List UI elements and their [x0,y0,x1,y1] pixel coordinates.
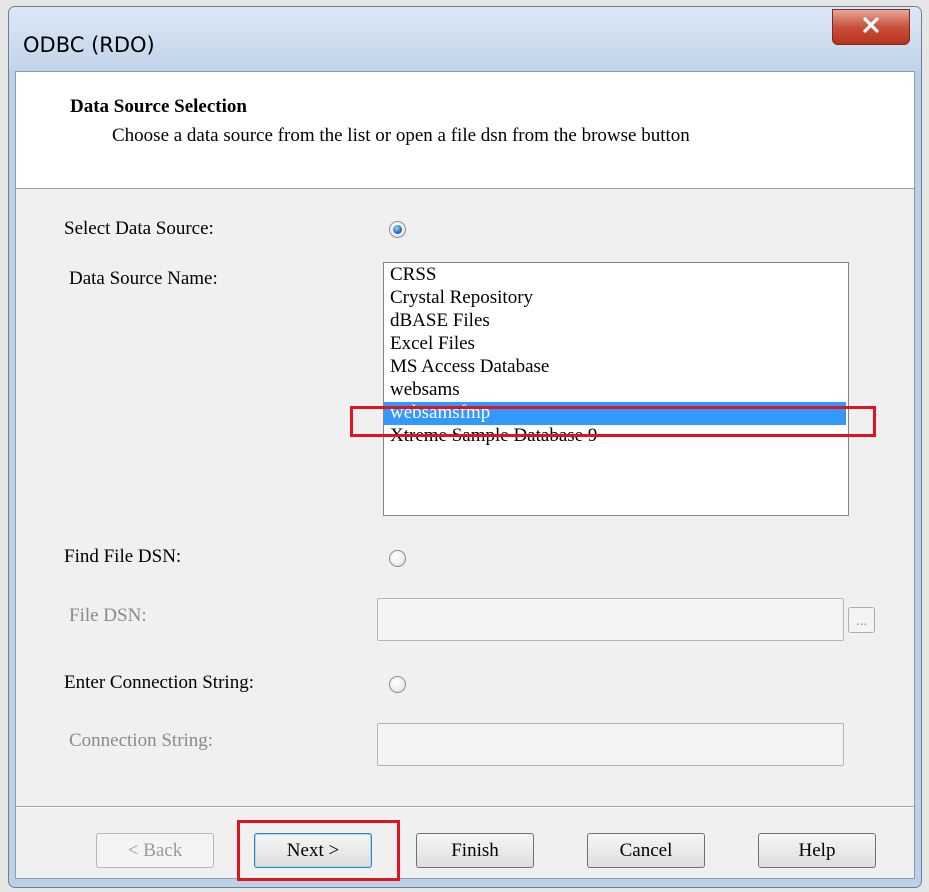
cancel-button[interactable]: Cancel [587,833,705,868]
list-item[interactable]: websams [384,379,846,402]
list-item[interactable]: Crystal Repository [384,287,846,310]
button-area-divider [16,806,914,808]
page-title: Data Source Selection [70,96,247,117]
connection-string-label: Connection String: [69,730,214,751]
file-dsn-label: File DSN: [69,605,147,626]
back-button[interactable]: < Back [96,833,214,868]
list-item[interactable]: Excel Files [384,333,846,356]
data-source-listbox[interactable]: CRSS Crystal Repository dBASE Files Exce… [383,262,849,516]
radio-selected-dot [393,225,402,234]
dialog-client-area: Data Source Selection Choose a data sour… [15,71,915,881]
list-item-selected[interactable]: websamsfmp [384,402,846,425]
file-dsn-field[interactable] [377,598,844,641]
close-icon [862,16,880,38]
enter-connection-string-radio[interactable] [389,676,406,693]
odbc-dialog-window: ODBC (RDO) Data Source Selection Choose … [8,6,922,888]
close-button[interactable] [832,9,910,45]
next-button[interactable]: Next > [254,833,372,868]
browse-button[interactable]: ... [848,607,875,633]
find-file-dsn-radio[interactable] [389,550,406,567]
select-data-source-label: Select Data Source: [64,218,214,239]
enter-connection-string-label: Enter Connection String: [64,672,254,693]
connection-string-field[interactable] [377,723,844,766]
list-item[interactable]: dBASE Files [384,310,846,333]
find-file-dsn-label: Find File DSN: [64,546,182,567]
help-button[interactable]: Help [758,833,876,868]
list-item[interactable]: CRSS [384,264,846,287]
page-description: Choose a data source from the list or op… [112,125,690,146]
data-source-name-label: Data Source Name: [69,268,218,289]
title-bar[interactable]: ODBC (RDO) [9,7,921,71]
list-item[interactable]: Xtreme Sample Database 9 [384,425,846,448]
select-data-source-radio[interactable] [389,221,406,238]
window-title: ODBC (RDO) [23,33,155,57]
finish-button[interactable]: Finish [416,833,534,868]
list-item[interactable]: MS Access Database [384,356,846,379]
wizard-header: Data Source Selection Choose a data sour… [16,72,914,189]
